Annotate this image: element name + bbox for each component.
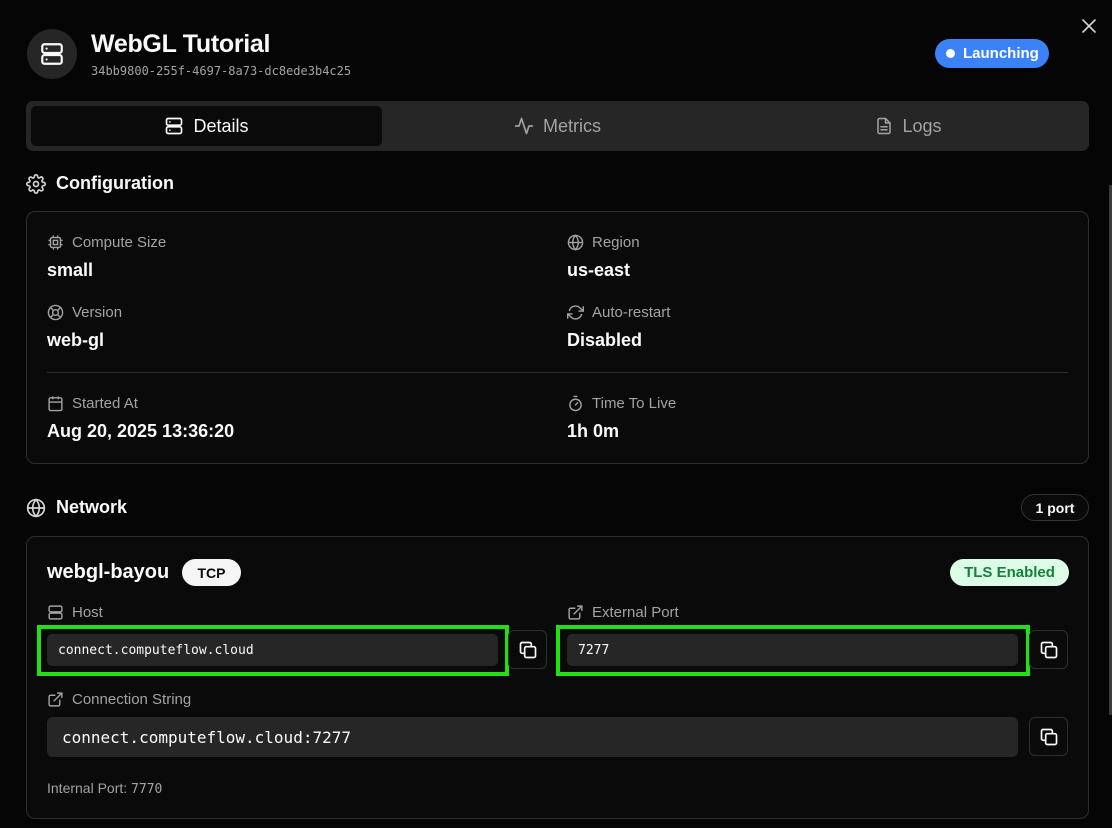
network-heading: Network bbox=[26, 497, 127, 518]
copy-icon bbox=[1040, 641, 1057, 658]
version-field: Version web-gl bbox=[47, 304, 122, 351]
internal-port-value: 7770 bbox=[131, 782, 163, 797]
tab-bar: Details Metrics Logs bbox=[26, 101, 1089, 151]
tab-details-label: Details bbox=[193, 115, 249, 136]
status-label: Launching bbox=[963, 45, 1039, 62]
port-count-badge: 1 port bbox=[1021, 494, 1089, 521]
copy-icon bbox=[519, 641, 536, 658]
configuration-heading: Configuration bbox=[26, 173, 174, 194]
lifebuoy-icon bbox=[47, 304, 64, 321]
auto-restart-value: Disabled bbox=[567, 330, 643, 350]
compute-size-field: Compute Size small bbox=[47, 234, 166, 281]
external-link-icon bbox=[48, 692, 63, 707]
tab-logs-label: Logs bbox=[902, 115, 942, 136]
connection-string-label-row: Connection String bbox=[47, 691, 191, 708]
calendar-icon bbox=[48, 396, 63, 412]
network-title: Network bbox=[56, 497, 128, 517]
host-field[interactable]: connect.computeflow.cloud bbox=[47, 634, 498, 666]
service-name: webgl-bayou bbox=[47, 561, 170, 583]
external-port-label-row: External Port bbox=[567, 604, 679, 621]
protocol-badge: TCP bbox=[182, 559, 241, 586]
host-label: Host bbox=[72, 604, 103, 621]
tab-details[interactable]: Details bbox=[31, 106, 382, 146]
host-label-row: Host bbox=[47, 604, 103, 621]
tls-badge: TLS Enabled bbox=[950, 559, 1069, 586]
external-link-icon bbox=[568, 605, 583, 620]
region-value: us-east bbox=[567, 260, 631, 280]
status-badge: Launching bbox=[935, 39, 1049, 68]
cpu-icon bbox=[48, 235, 63, 250]
region-label: Region bbox=[592, 234, 640, 251]
connection-string-field[interactable]: connect.computeflow.cloud:7277 bbox=[47, 717, 1018, 757]
version-value: web-gl bbox=[47, 330, 104, 350]
compute-size-label: Compute Size bbox=[72, 234, 167, 251]
server-avatar-icon bbox=[27, 29, 77, 79]
status-dot-icon bbox=[946, 49, 955, 58]
tab-metrics-label: Metrics bbox=[543, 115, 601, 136]
tab-metrics[interactable]: Metrics bbox=[382, 106, 733, 146]
ttl-field: Time To Live 1h 0m bbox=[567, 395, 676, 442]
started-at-label: Started At bbox=[72, 395, 138, 412]
copy-icon bbox=[1040, 728, 1057, 745]
started-at-value: Aug 20, 2025 13:36:20 bbox=[47, 421, 235, 441]
copy-connection-string-button[interactable] bbox=[1029, 717, 1068, 756]
ttl-value: 1h 0m bbox=[567, 421, 620, 441]
timer-icon bbox=[569, 395, 582, 412]
instance-id: 34bb9800-255f-4697-8a73-dc8ede3b4c25 bbox=[91, 64, 352, 78]
refresh-icon bbox=[567, 305, 584, 320]
auto-restart-label: Auto-restart bbox=[592, 304, 671, 321]
configuration-title: Configuration bbox=[56, 173, 174, 193]
close-button[interactable] bbox=[1079, 16, 1099, 36]
external-port-label: External Port bbox=[592, 604, 679, 621]
started-at-field: Started At Aug 20, 2025 13:36:20 bbox=[47, 395, 234, 442]
version-label: Version bbox=[72, 304, 123, 321]
page-title: WebGL Tutorial bbox=[91, 30, 271, 58]
config-divider bbox=[47, 372, 1068, 373]
connection-string-label: Connection String bbox=[72, 691, 192, 708]
globe-icon bbox=[567, 234, 584, 251]
ttl-label: Time To Live bbox=[592, 395, 677, 412]
copy-host-button[interactable] bbox=[508, 630, 547, 669]
close-icon bbox=[1082, 19, 1096, 33]
tab-logs[interactable]: Logs bbox=[733, 106, 1084, 146]
server-icon bbox=[48, 605, 63, 620]
compute-size-value: small bbox=[47, 260, 94, 280]
internal-port-label: Internal Port: bbox=[47, 780, 128, 796]
activity-icon bbox=[514, 117, 534, 135]
server-icon bbox=[166, 117, 183, 135]
region-field: Region us-east bbox=[567, 234, 640, 281]
settings-icon bbox=[26, 173, 46, 194]
service-card: webgl-bayou TCP TLS Enabled Host Externa… bbox=[26, 536, 1089, 819]
internal-port: Internal Port: 7770 bbox=[47, 780, 162, 797]
external-port-field[interactable]: 7277 bbox=[567, 634, 1018, 666]
file-text-icon bbox=[877, 117, 892, 135]
auto-restart-field: Auto-restart Disabled bbox=[567, 304, 670, 351]
configuration-card: Compute Size small Region us-east Versio… bbox=[26, 211, 1089, 464]
globe-icon bbox=[26, 497, 46, 518]
copy-external-port-button[interactable] bbox=[1029, 630, 1068, 669]
